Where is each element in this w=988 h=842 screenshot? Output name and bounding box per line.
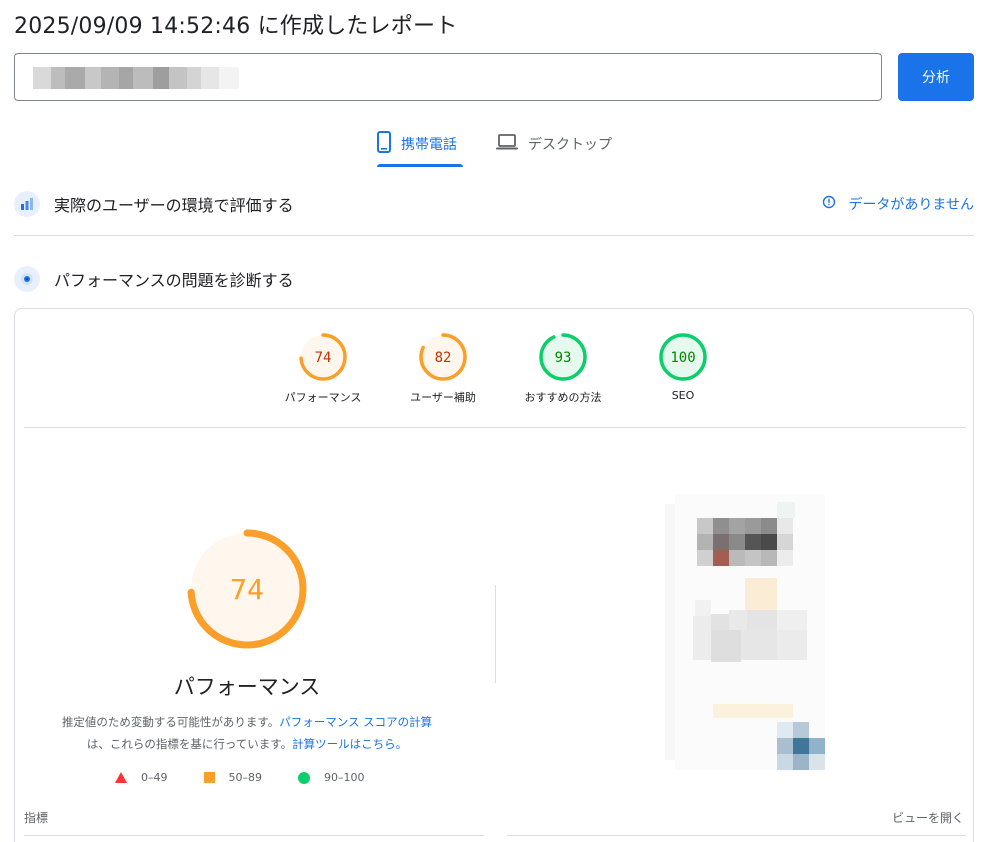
score-calc-link[interactable]: パフォーマンス スコアの計算	[279, 715, 432, 729]
gauge-accessibility[interactable]: 82 ユーザー補助	[383, 331, 503, 405]
performance-big-gauge: 74	[186, 528, 308, 650]
lighthouse-diagnose-icon	[14, 266, 40, 292]
gauge-label: パフォーマンス	[284, 391, 362, 404]
gauge-label: ユーザー補助	[410, 391, 476, 404]
gauge-seo[interactable]: 100 SEO	[623, 331, 743, 402]
field-section-title: 実際のユーザーの環境で評価する	[54, 196, 294, 215]
url-value-redacted	[33, 67, 239, 89]
triangle-icon	[115, 772, 127, 783]
disclaimer-text-2: は、これらの指標を基に行っています。	[86, 737, 293, 751]
gauge-best-practices[interactable]: 93 おすすめの方法	[503, 331, 623, 405]
lighthouse-report-card: 74 パフォーマンス 82 ユーザー補助 93 おすすめの方法 100 SEO …	[14, 308, 974, 842]
score-ring-accessibility: 82	[419, 333, 467, 381]
score-ring-seo: 100	[659, 333, 707, 381]
tab-desktop-label: デスクトップ	[528, 137, 612, 153]
square-icon	[203, 772, 215, 783]
lab-section-title: パフォーマンスの問題を診断する	[54, 271, 294, 290]
category-gauges: 74 パフォーマンス 82 ユーザー補助 93 おすすめの方法 100 SEO	[263, 331, 743, 415]
score-ring-performance: 74	[299, 333, 347, 381]
tab-mobile[interactable]: 携帯電話	[377, 122, 457, 166]
score-value: 93	[555, 350, 572, 366]
metrics-divider-right	[507, 835, 966, 836]
url-input[interactable]	[14, 53, 882, 101]
expand-view-toggle[interactable]: ビューを開く	[892, 809, 964, 826]
laptop-icon	[496, 133, 518, 155]
tab-mobile-label: 携帯電話	[401, 137, 457, 153]
field-data-section: 実際のユーザーの環境で評価する データがありません	[14, 186, 974, 222]
crux-chart-icon	[14, 191, 40, 217]
no-data-link[interactable]: データがありません	[822, 186, 974, 222]
score-disclaimer: 推定値のため変動する可能性があります。パフォーマンス スコアの計算 は、これらの…	[39, 711, 455, 755]
legend-average-label: 50–89	[228, 771, 263, 784]
gauge-label: おすすめの方法	[524, 391, 602, 404]
analyze-button[interactable]: 分析	[898, 53, 974, 101]
legend-pass-label: 90–100	[324, 771, 365, 784]
score-ring-best-practices: 93	[539, 333, 587, 381]
score-legend: 0–49 50–89 90–100	[115, 771, 401, 784]
device-tabs: 携帯電話 デスクトップ	[0, 122, 988, 168]
legend-average: 50–89	[203, 771, 263, 784]
score-value: 74	[315, 350, 332, 366]
tab-desktop[interactable]: デスクトップ	[496, 122, 612, 166]
no-data-text: データがありません	[848, 197, 974, 213]
disclaimer-text-1: 推定値のため変動する可能性があります。	[61, 715, 280, 729]
legend-fail-label: 0–49	[141, 771, 168, 784]
performance-title: パフォーマンス	[173, 675, 321, 699]
section-divider	[14, 235, 974, 236]
legend-fail: 0–49	[115, 771, 168, 784]
report-title: 2025/09/09 14:52:46 に作成したレポート	[14, 14, 458, 39]
metrics-divider-left	[24, 835, 484, 836]
legend-pass: 90–100	[298, 771, 365, 784]
calculator-link[interactable]: 計算ツールはこちら。	[292, 737, 407, 751]
score-value: 82	[435, 350, 452, 366]
circle-icon	[298, 771, 310, 784]
vertical-separator	[495, 585, 496, 683]
gauge-label: SEO	[671, 389, 695, 402]
info-icon	[822, 195, 836, 213]
performance-big-score: 74	[230, 573, 264, 606]
score-value: 100	[670, 350, 695, 366]
page-screenshot-thumbnail[interactable]	[665, 494, 829, 770]
active-tab-indicator	[377, 164, 463, 167]
lab-data-section: パフォーマンスの問題を診断する	[14, 261, 974, 297]
metrics-header: 指標	[24, 811, 49, 825]
gauge-performance[interactable]: 74 パフォーマンス	[263, 331, 383, 405]
card-divider	[24, 427, 966, 428]
smartphone-icon	[377, 131, 391, 157]
